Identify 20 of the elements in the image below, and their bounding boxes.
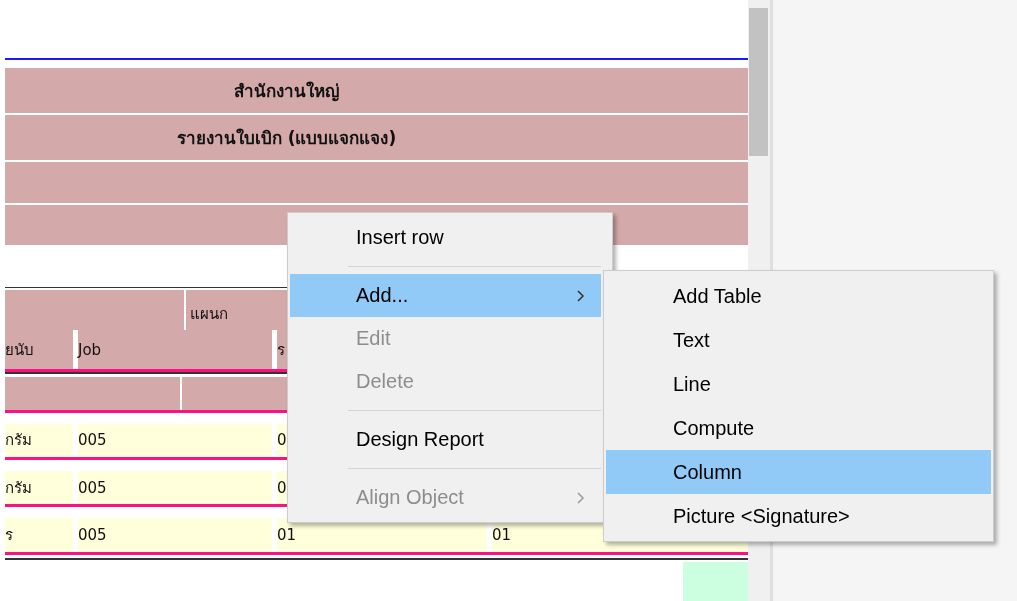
column-group-header: แผนก [190, 303, 228, 325]
table-cell-text: กรัม [5, 477, 32, 499]
report-title: รายงานใบเบิก (แบบแจกแจง) [176, 127, 397, 151]
table-cell: 01 [492, 526, 512, 545]
chevron-right-icon [576, 288, 585, 303]
table-cell: 0 [277, 478, 287, 497]
table-cell-text: ร [5, 525, 13, 547]
column-header: Job [78, 340, 102, 359]
table-cell: 005 [78, 526, 107, 545]
table-cell: 01 [277, 526, 297, 545]
report-title: สำนักงานใหญ่ [234, 80, 339, 104]
table-cell-text: กรัม [5, 430, 32, 452]
chevron-right-icon [576, 490, 585, 505]
menu-item[interactable]: Column [606, 450, 991, 494]
column-header: ยนับ [5, 339, 34, 361]
table-cell: 0 [277, 431, 287, 450]
table-cell: 005 [78, 431, 107, 450]
table-cell: 005 [78, 478, 107, 497]
column-header: ร [277, 339, 285, 361]
table-cell-background [683, 561, 748, 601]
